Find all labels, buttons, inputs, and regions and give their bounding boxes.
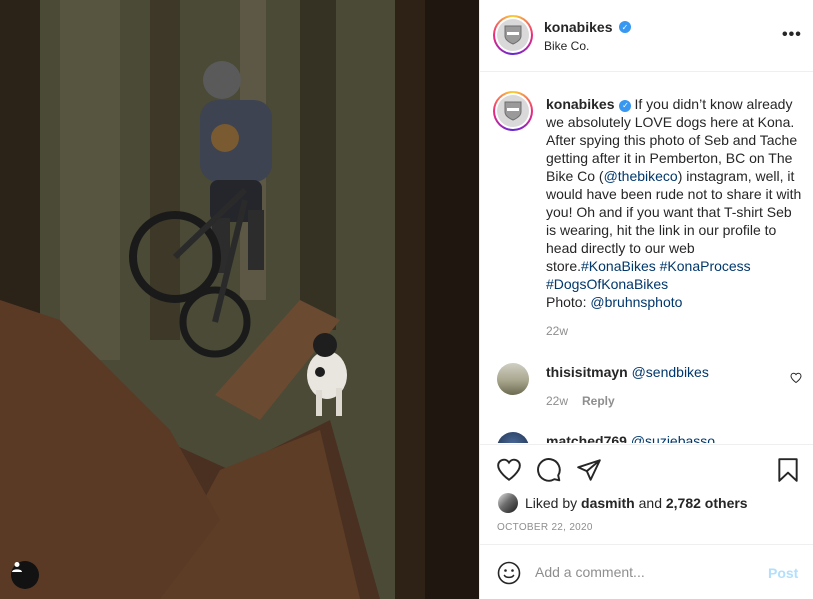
mention-link[interactable]: @suziebasso [631, 433, 715, 443]
commenter-username[interactable]: matched769 [546, 433, 627, 443]
post-date[interactable]: OCTOBER 22, 2020 [497, 522, 593, 533]
liked-by-prefix: Liked by [525, 495, 578, 511]
commenter-username[interactable]: thisisitmayn [546, 364, 628, 380]
caption-body-3: Photo: [546, 294, 591, 310]
caption-username[interactable]: konabikes [546, 96, 614, 112]
post-comment-button[interactable]: Post [768, 565, 798, 581]
mountain-bike-photo-illustration [0, 0, 479, 599]
author-username[interactable]: konabikes [544, 19, 612, 35]
mention-link[interactable]: @bruhnsphoto [590, 294, 682, 310]
reply-button[interactable]: Reply [582, 394, 615, 408]
heart-icon[interactable] [790, 372, 802, 384]
comments-list[interactable]: konabikes ✓ If you didn’t know already we … [480, 73, 813, 443]
commenter-avatar[interactable] [497, 432, 529, 443]
caption-avatar[interactable] [493, 91, 533, 131]
liker-username[interactable]: dasmith [581, 495, 635, 511]
verified-badge-icon: ✓ [619, 100, 632, 112]
kona-shield-logo-icon [504, 101, 522, 121]
bookmark-icon[interactable] [775, 457, 801, 483]
post-photo[interactable] [0, 0, 479, 599]
verified-badge-icon: ✓ [619, 21, 631, 33]
post-side-panel: konabikes ✓ Bike Co. ••• konabikes ✓ If yo… [479, 0, 813, 599]
comment-timestamp[interactable]: 22w [546, 394, 568, 408]
hashtag-link[interactable]: #KonaBikes [581, 258, 656, 274]
heart-icon[interactable] [496, 457, 522, 483]
share-icon[interactable] [576, 457, 602, 483]
comment-input[interactable] [535, 562, 750, 582]
caption-text: konabikes ✓ If you didn’t know already we … [546, 95, 804, 311]
kona-shield-logo-icon [504, 25, 522, 45]
mention-link[interactable]: @thebikeco [604, 168, 678, 184]
liked-by-and: and [638, 495, 662, 511]
liked-by-summary: Liked by dasmith and 2,782 others [498, 493, 748, 513]
author-subtitle[interactable]: Bike Co. [544, 39, 589, 53]
person-icon [12, 562, 22, 572]
comment-text: thisisitmayn @sendbikes [546, 364, 709, 380]
hashtag-link[interactable]: #KonaProcess [660, 258, 751, 274]
likes-count-link[interactable]: 2,782 others [666, 495, 748, 511]
commenter-avatar[interactable] [497, 363, 529, 395]
post-header: konabikes ✓ Bike Co. ••• [480, 0, 813, 72]
tagged-users-button[interactable] [11, 561, 39, 589]
add-comment-bar: Post [480, 544, 813, 599]
more-options-icon[interactable]: ••• [782, 27, 802, 43]
emoji-icon[interactable] [497, 561, 521, 585]
mention-link[interactable]: @sendbikes [632, 364, 709, 380]
comment-text: matched769 @suziebasso [546, 433, 715, 443]
liker-avatar[interactable] [498, 493, 518, 513]
comment-icon[interactable] [536, 457, 562, 483]
post-actions: Liked by dasmith and 2,782 others OCTOBE… [480, 444, 813, 544]
caption-timestamp[interactable]: 22w [546, 324, 568, 338]
hashtag-link[interactable]: #DogsOfKonaBikes [546, 276, 668, 292]
author-avatar[interactable] [493, 15, 533, 55]
